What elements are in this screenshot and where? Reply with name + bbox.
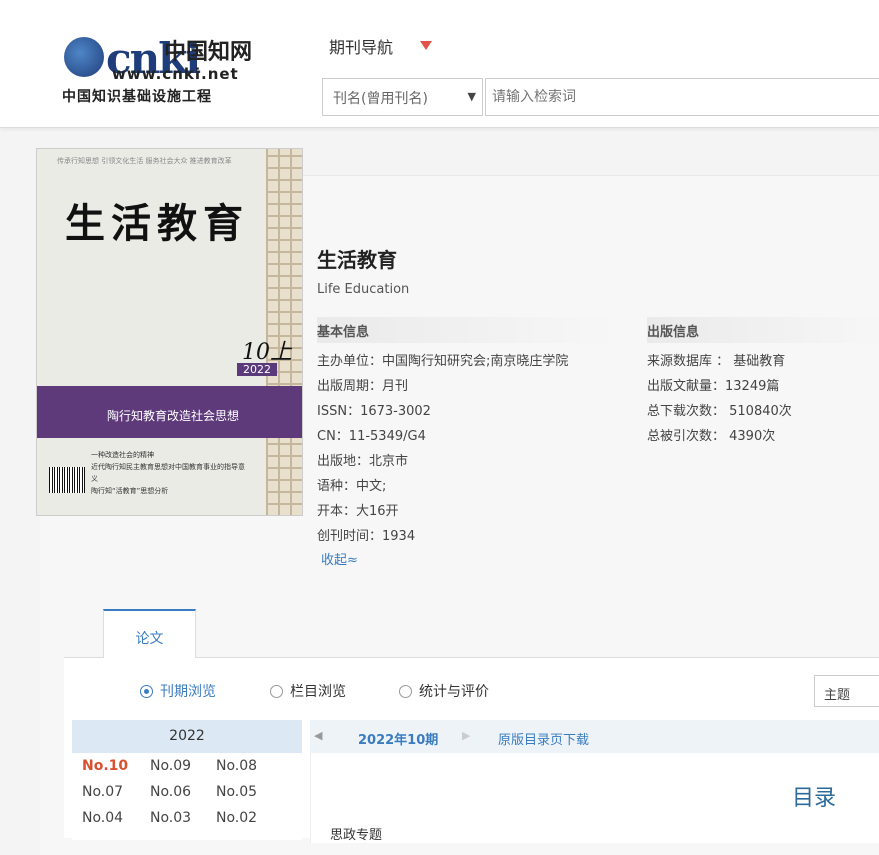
info-item: CN：11-5349/G4 xyxy=(317,429,426,444)
current-issue-label: 2022年10期 xyxy=(358,733,439,748)
toc-first-section[interactable]: 思政专题 xyxy=(330,824,382,843)
issue-link[interactable]: No.04 xyxy=(82,810,150,826)
info-item: 主办单位：中国陶行知研究会;南京晓庄学院 xyxy=(317,354,569,369)
site-header: cnki 中国知网 www.cnki.net 中国知识基础设施工程 期刊导航 刊… xyxy=(0,0,879,128)
cover-year: 2022 xyxy=(237,363,277,376)
radio-issue-browse[interactable]: 刊期浏览 xyxy=(140,681,216,701)
search-field-label: 刊名(曾用刊名) xyxy=(333,91,428,107)
issue-link-current[interactable]: No.10 xyxy=(82,758,150,774)
issue-link[interactable]: No.02 xyxy=(216,810,282,826)
prev-issue-icon[interactable]: ◀ xyxy=(314,729,322,742)
info-item: 总下载次数： 510840次 xyxy=(647,404,792,419)
search-input[interactable] xyxy=(485,78,879,116)
info-item: 创刊时间：1934 xyxy=(317,529,416,544)
radio-empty-icon xyxy=(270,685,283,698)
info-item: 开本：大16开 xyxy=(317,504,399,519)
cnki-logo[interactable]: cnki 中国知网 www.cnki.net 中国知识基础设施工程 xyxy=(62,32,267,106)
journal-cover-image: 传承行知思想 引领文化生活 服务社会大众 推进教育改革 生活教育 10上 202… xyxy=(36,148,303,516)
info-item: 出版文献量：13249篇 xyxy=(647,379,780,394)
tab-papers[interactable]: 论文 xyxy=(103,609,196,658)
logo-url: www.cnki.net xyxy=(112,65,239,83)
topic-select[interactable]: 主题 xyxy=(814,675,879,707)
radio-selected-icon xyxy=(140,685,153,698)
issue-bar: ◀ 2022年10期 ▶ 原版目录页下载 xyxy=(310,720,879,753)
search-field-select[interactable]: 刊名(曾用刊名) ▼ xyxy=(322,78,483,116)
info-item: ISSN：1673-3002 xyxy=(317,404,431,419)
issue-link[interactable]: No.06 xyxy=(150,784,216,800)
toc-title: 目录 xyxy=(792,786,837,811)
next-issue-icon[interactable]: ▶ xyxy=(462,729,470,742)
radio-label: 统计与评价 xyxy=(419,684,489,700)
journal-title-en: Life Education xyxy=(317,282,410,297)
collapse-link[interactable]: 收起≈ xyxy=(321,549,358,568)
info-item: 出版地：北京市 xyxy=(317,454,409,469)
year-heading[interactable]: 2022 xyxy=(72,720,302,753)
basic-info-heading: 基本信息 xyxy=(317,317,617,343)
radio-label: 刊期浏览 xyxy=(160,684,216,700)
download-toc-link[interactable]: 原版目录页下载 xyxy=(498,729,589,748)
barcode xyxy=(49,467,85,493)
cover-top-line: 传承行知思想 引领文化生活 服务社会大众 推进教育改革 xyxy=(57,157,232,165)
radio-column-browse[interactable]: 栏目浏览 xyxy=(270,681,346,701)
logo-slogan: 中国知识基础设施工程 xyxy=(62,89,212,105)
journal-title: 生活教育 xyxy=(317,248,397,272)
cover-lattice-pattern xyxy=(266,149,302,515)
info-item: 来源数据库 ： 基础教育 xyxy=(647,354,786,369)
issue-link[interactable]: No.07 xyxy=(82,784,150,800)
publish-info-heading: 出版信息 xyxy=(647,317,879,343)
info-item: 总被引次数： 4390次 xyxy=(647,429,776,444)
logo-chinese: 中国知网 xyxy=(164,39,253,65)
issue-grid: No.10 No.09 No.08 No.07 No.06 No.05 No.0… xyxy=(82,758,282,826)
radio-stats[interactable]: 统计与评价 xyxy=(399,681,489,701)
radio-label: 栏目浏览 xyxy=(290,684,346,700)
info-item: 语种：中文; xyxy=(317,479,387,494)
cover-line: 一种改造社会的精神 xyxy=(91,451,154,459)
radio-empty-icon xyxy=(399,685,412,698)
cover-issue: 10上 xyxy=(242,340,292,365)
basic-info-list: 主办单位：中国陶行知研究会;南京晓庄学院 出版周期：月刊 ISSN：1673-3… xyxy=(317,349,568,549)
dropdown-arrow-icon[interactable] xyxy=(420,41,432,50)
publish-info-list: 来源数据库 ： 基础教育 出版文献量：13249篇 总下载次数： 510840次… xyxy=(647,349,792,449)
journal-nav-menu[interactable]: 期刊导航 xyxy=(329,34,393,58)
chevron-down-icon: ▼ xyxy=(467,90,476,103)
issue-link[interactable]: No.08 xyxy=(216,758,282,774)
issue-link[interactable]: No.09 xyxy=(150,758,216,774)
cover-title: 生活教育 xyxy=(65,200,249,247)
cover-band: 陶行知教育改造社会思想 xyxy=(37,386,302,438)
info-item: 出版周期：月刊 xyxy=(317,379,409,394)
issue-link[interactable]: No.05 xyxy=(216,784,282,800)
issue-link[interactable]: No.03 xyxy=(150,810,216,826)
